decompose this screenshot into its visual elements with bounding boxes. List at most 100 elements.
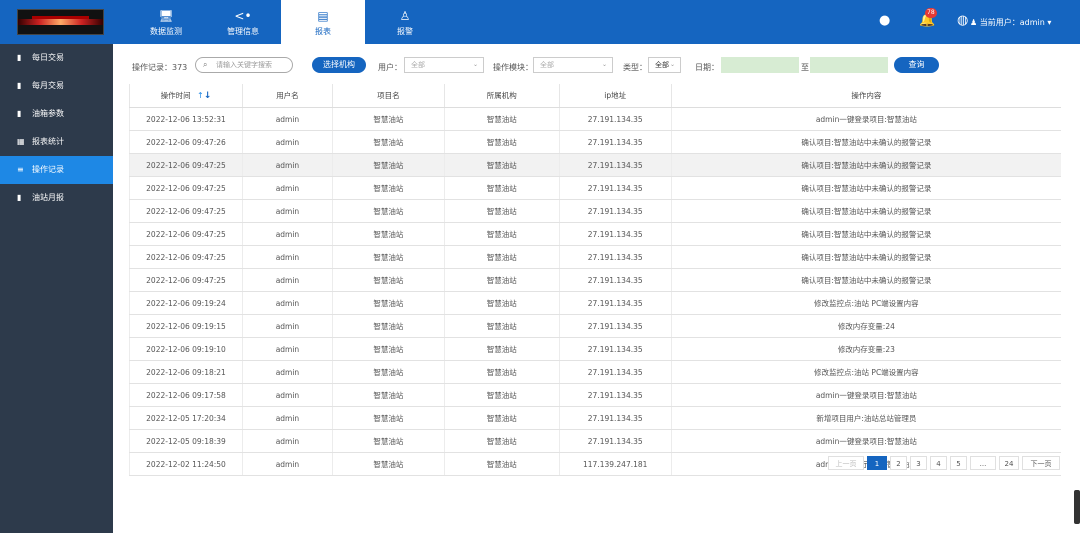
sidebar-item-monthly-trade[interactable]: ▮ 每月交易 <box>0 72 113 100</box>
sidebar-item-report-stats[interactable]: ▦ 报表统计 <box>0 128 113 156</box>
list-icon: ≡ <box>17 165 24 174</box>
table-cell: 智慧油站 <box>443 107 560 131</box>
table-cell: 智慧油站 <box>331 107 445 131</box>
page-1-button[interactable]: 1 <box>867 456 887 470</box>
table-cell: 27.191.134.35 <box>558 406 672 430</box>
table-row[interactable]: 2022-12-06 09:19:15 admin 智慧油站 智慧油站 27.191.1… <box>129 314 1061 338</box>
page-4-button[interactable]: 4 <box>930 456 947 470</box>
sidebar-item-label: 油箱参数 <box>32 109 64 118</box>
table-row[interactable]: 2022-12-06 09:47:25 admin 智慧油站 智慧油站 27.191.1… <box>129 199 1061 223</box>
sidebar-item-label: 每月交易 <box>32 81 64 90</box>
table-cell: admin <box>241 130 333 154</box>
table-cell: admin <box>241 245 333 269</box>
start-date-input[interactable] <box>721 57 799 73</box>
table-cell: 2022-12-05 17:20:34 <box>129 406 243 430</box>
table-cell: 27.191.134.35 <box>558 176 672 200</box>
table-cell: 27.191.134.35 <box>558 199 672 223</box>
document-icon: ▤ <box>317 9 329 23</box>
table-row[interactable]: 2022-12-06 09:18:21 admin 智慧油站 智慧油站 27.191.1… <box>129 360 1061 384</box>
table-cell: 修改监控点:油站 PC端设置内容 <box>670 360 1061 384</box>
table-cell: 智慧油站 <box>443 406 560 430</box>
sidebar-item-daily-trade[interactable]: ▮ 每日交易 <box>0 44 113 72</box>
column-header-user: 用户名 <box>241 84 333 108</box>
sidebar-item-operation-log[interactable]: ≡ 操作记录 <box>0 156 113 184</box>
date-filter-label: 日期： <box>695 63 719 72</box>
table-cell: 2022-12-06 09:19:10 <box>129 337 243 361</box>
search-input[interactable]: ⌕ 请输入关键字搜索 <box>195 57 293 73</box>
end-date-input[interactable] <box>810 57 888 73</box>
table-row[interactable]: 2022-12-06 09:47:25 admin 智慧油站 智慧油站 27.191.1… <box>129 268 1061 292</box>
table-cell: 智慧油站 <box>443 130 560 154</box>
nav-item-data-monitor[interactable]: 🖥 数据监测 <box>127 0 205 44</box>
table-cell: 智慧油站 <box>443 429 560 453</box>
sidebar-item-label: 报表统计 <box>32 137 64 146</box>
table-cell: 117.139.247.181 <box>558 452 672 476</box>
nav-item-label: 管理信息 <box>227 27 259 36</box>
table-row[interactable]: 2022-12-06 09:47:25 admin 智慧油站 智慧油站 27.191.1… <box>129 176 1061 200</box>
table-cell: 智慧油站 <box>443 452 560 476</box>
logo <box>17 9 104 35</box>
user-menu[interactable]: ♟ 当前用户：admin ▾ <box>970 17 1051 28</box>
nav-item-label: 报表 <box>315 27 331 36</box>
table-cell: 智慧油站 <box>443 199 560 223</box>
select-org-button[interactable]: 选择机构 <box>312 57 366 73</box>
table-row[interactable]: 2022-12-06 09:47:25 admin 智慧油站 智慧油站 27.191.1… <box>129 153 1061 177</box>
file-icon: ▮ <box>17 53 22 62</box>
query-button[interactable]: 查询 <box>894 57 939 73</box>
page-2-button[interactable]: 2 <box>890 456 907 470</box>
table-cell: admin一键登录项目:智慧油站 <box>670 429 1061 453</box>
type-select[interactable]: 全部 ⌄ <box>648 57 681 73</box>
table-row[interactable]: 2022-12-06 09:19:24 admin 智慧油站 智慧油站 27.191.1… <box>129 291 1061 315</box>
nav-item-alarm[interactable]: ♙ 报警 <box>365 0 445 44</box>
module-select[interactable]: 全部 ⌄ <box>533 57 613 73</box>
table-cell: 智慧油站 <box>331 176 445 200</box>
notification-badge: 78 <box>925 8 937 18</box>
table-cell: 2022-12-06 09:47:25 <box>129 245 243 269</box>
table-row[interactable]: 2022-12-06 09:19:10 admin 智慧油站 智慧油站 27.191.1… <box>129 337 1061 361</box>
column-header-label: 操作时间 <box>160 91 191 100</box>
nav-item-label: 数据监测 <box>150 27 182 36</box>
globe-icon[interactable]: ◍ <box>957 14 968 28</box>
table-row[interactable]: 2022-12-05 17:20:34 admin 智慧油站 智慧油站 27.191.1… <box>129 406 1061 430</box>
table-cell: admin <box>241 153 333 177</box>
page-5-button[interactable]: 5 <box>950 456 967 470</box>
table-cell: 智慧油站 <box>443 153 560 177</box>
user-filter-label: 用户： <box>378 63 402 72</box>
page-3-button[interactable]: 3 <box>910 456 927 470</box>
user-select[interactable]: 全部 ⌄ <box>404 57 484 73</box>
table-cell: 2022-12-06 09:47:25 <box>129 199 243 223</box>
table-row[interactable]: 2022-12-06 09:47:25 admin 智慧油站 智慧油站 27.191.1… <box>129 245 1061 269</box>
table-row[interactable]: 2022-12-06 09:17:58 admin 智慧油站 智慧油站 27.191.1… <box>129 383 1061 407</box>
table-row[interactable]: 2022-12-06 13:52:31 admin 智慧油站 智慧油站 27.191.1… <box>129 107 1061 131</box>
table-row[interactable]: 2022-12-05 09:18:39 admin 智慧油站 智慧油站 27.191.1… <box>129 429 1061 453</box>
page-24-button[interactable]: 24 <box>999 456 1019 470</box>
column-header-time[interactable]: 操作时间 ↑↓ <box>129 84 243 108</box>
monitor-icon: 🖥 <box>158 9 174 23</box>
sort-asc-icon[interactable]: ↑ <box>197 91 204 100</box>
next-page-button[interactable]: 下一页 <box>1022 456 1060 470</box>
table-row[interactable]: 2022-12-06 09:47:26 admin 智慧油站 智慧油站 27.191.1… <box>129 130 1061 154</box>
table-cell: admin <box>241 429 333 453</box>
table-cell: admin <box>241 291 333 315</box>
table-cell: admin一键登录项目:智慧油站 <box>670 383 1061 407</box>
table-cell: 2022-12-06 09:17:58 <box>129 383 243 407</box>
nav-item-management-info[interactable]: <• 管理信息 <box>205 0 281 44</box>
table-header-row: 操作时间 ↑↓ 用户名 项目名 所属机构 ip地址 操作内容 <box>129 84 1061 108</box>
nav-item-reports[interactable]: ▤ 报表 <box>281 0 365 44</box>
table-cell: 2022-12-06 09:18:21 <box>129 360 243 384</box>
operation-log-table: 操作时间 ↑↓ 用户名 项目名 所属机构 ip地址 操作内容 2022-12-0… <box>129 84 1061 476</box>
sidebar-item-station-monthly[interactable]: ▮ 油站月报 <box>0 184 113 212</box>
side-scroll-handle[interactable] <box>1074 490 1080 524</box>
sort-desc-icon[interactable]: ↓ <box>204 91 212 101</box>
table-cell: 智慧油站 <box>443 314 560 338</box>
prev-page-button[interactable]: 上一页 <box>828 456 864 470</box>
table-cell: 智慧油站 <box>443 222 560 246</box>
page-ellipsis[interactable]: ... <box>970 456 996 470</box>
table-cell: 27.191.134.35 <box>558 360 672 384</box>
table-cell: admin <box>241 314 333 338</box>
chat-icon[interactable]: ● <box>879 14 890 28</box>
table-cell: 智慧油站 <box>331 429 445 453</box>
table-row[interactable]: 2022-12-06 09:47:25 admin 智慧油站 智慧油站 27.191.1… <box>129 222 1061 246</box>
sidebar-item-tank-params[interactable]: ▮ 油箱参数 <box>0 100 113 128</box>
module-filter-label: 操作模块： <box>493 63 533 72</box>
